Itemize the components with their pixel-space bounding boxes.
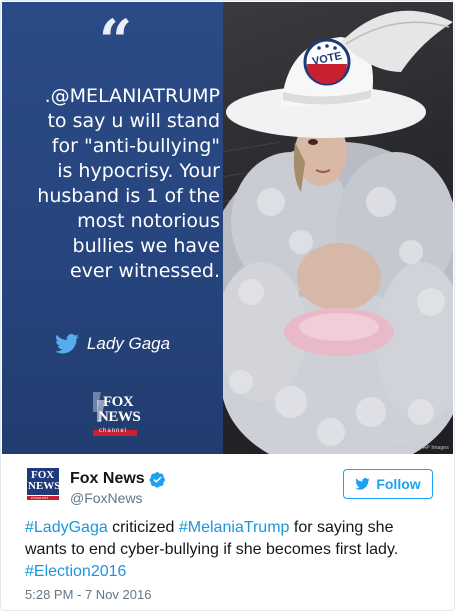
tweet-card: VOTE “ .@MELANIATRUMP to say u will stan… [0, 0, 455, 611]
quote-line: .@MELANIATRUMP [44, 85, 220, 107]
quote-line: is hypocrisy. Your [57, 160, 220, 182]
hashtag-link[interactable]: #Election2016 [25, 563, 126, 580]
tweet-timestamp[interactable]: 5:28 PM - 7 Nov 2016 [25, 587, 151, 602]
tweet-text: #LadyGaga criticized #MelaniaTrump for s… [25, 517, 435, 583]
hashtag-link[interactable]: #MelaniaTrump [179, 519, 290, 536]
quote-text: .@MELANIATRUMP to say u will stand for "… [6, 84, 220, 284]
lady-gaga-photo: VOTE [221, 2, 453, 454]
logo-news: NEWS [98, 409, 141, 425]
verified-badge-icon [149, 471, 165, 488]
quote-line: ever witnessed. [69, 260, 220, 282]
follow-button[interactable]: Follow [343, 469, 433, 499]
quote-line: bullies we have [72, 235, 220, 257]
bird-icon [54, 334, 79, 354]
quote-line: most notorious [77, 210, 220, 232]
avatar-news: NEWS [28, 480, 61, 492]
quote-attribution: Lady Gaga [2, 334, 223, 354]
tweet-header: FOX NEWS channel Fox News @FoxNews Follo… [25, 466, 437, 510]
attribution-name: Lady Gaga [86, 334, 171, 353]
author-display-name[interactable]: Fox News [70, 470, 145, 488]
logo-channel: channel [99, 428, 128, 434]
bird-icon [355, 478, 371, 490]
hashtag-link[interactable]: #LadyGaga [25, 519, 108, 536]
avatar[interactable]: FOX NEWS channel [25, 466, 61, 502]
quote-line: husband is 1 of the [37, 185, 220, 207]
fox-news-logo: FOX NEWS channel [91, 392, 141, 436]
quote-line: to say u will stand [47, 110, 220, 132]
quote-mark: “ [98, 7, 132, 75]
avatar-channel: channel [31, 495, 49, 500]
quote-panel: “ .@MELANIATRUMP to say u will stand for… [2, 2, 223, 454]
quote-line: for "anti-bullying" [51, 135, 220, 157]
tweet-text-segment: criticized [107, 519, 179, 536]
author-name-row[interactable]: Fox News [70, 470, 166, 488]
follow-button-label: Follow [376, 476, 421, 492]
author-handle[interactable]: @FoxNews [70, 490, 143, 506]
photo-illustration [221, 10, 453, 454]
photo-credit: Rex Features via AP Images [380, 445, 449, 451]
tweet-media-image[interactable]: VOTE “ .@MELANIATRUMP to say u will stan… [2, 2, 453, 454]
